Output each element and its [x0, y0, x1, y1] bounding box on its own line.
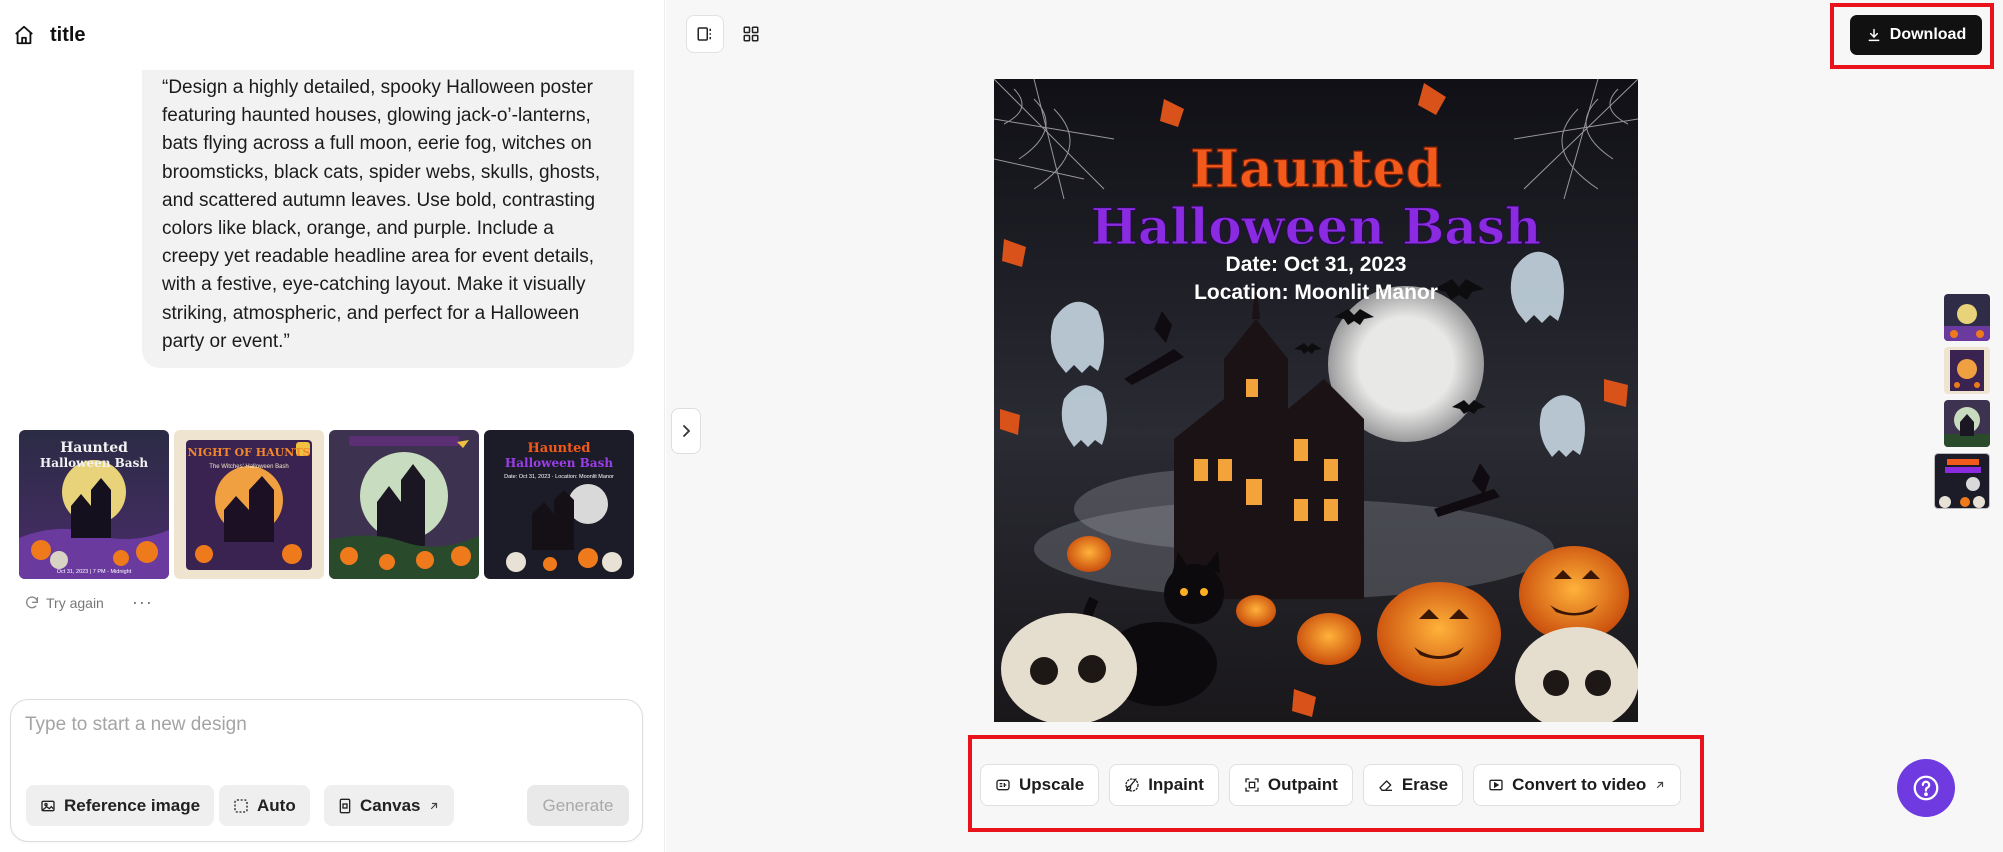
- auto-label: Auto: [257, 795, 296, 815]
- outpaint-button[interactable]: Outpaint: [1228, 764, 1353, 806]
- upscale-icon: [996, 779, 1010, 791]
- help-button[interactable]: [1897, 759, 1955, 817]
- single-view-button[interactable]: [686, 15, 724, 53]
- expand-frame-icon: [1245, 778, 1259, 792]
- side-thumbnail-4-selected[interactable]: [1934, 453, 1990, 509]
- result-thumbnail-2[interactable]: NIGHT OF HAUNTS The Witches' Halloween B…: [174, 430, 324, 579]
- result-actions: Try again ···: [24, 592, 153, 613]
- chat-panel: title “Design a highly detailed, spooky …: [0, 0, 665, 852]
- thumb-title-line2: Halloween Bash: [40, 456, 148, 470]
- home-icon[interactable]: [12, 23, 36, 47]
- refresh-icon: [26, 595, 38, 608]
- download-button[interactable]: Download: [1850, 15, 1982, 55]
- result-thumbnail-1[interactable]: Haunted Halloween Bash Oct 31, 2023 | 7 …: [19, 430, 169, 579]
- upscale-label: Upscale: [1019, 775, 1085, 794]
- brush-icon: [1125, 778, 1139, 792]
- page-title: title: [50, 23, 86, 46]
- side-thumbnail-2[interactable]: [1944, 347, 1990, 394]
- single-view-icon: [697, 27, 711, 41]
- poster-date: Date: Oct 31, 2023: [1226, 253, 1407, 276]
- thumb-footer: Oct 31, 2023 | 7 PM - Midnight: [57, 569, 132, 575]
- more-options-button[interactable]: ···: [132, 592, 153, 613]
- thumb-title-line1: Haunted: [528, 441, 591, 456]
- design-prompt-input[interactable]: [25, 714, 625, 736]
- convert-to-video-button[interactable]: Convert to video: [1473, 764, 1682, 806]
- download-label: Download: [1889, 26, 1967, 43]
- prompt-message: “Design a highly detailed, spooky Hallow…: [142, 70, 634, 368]
- try-again-label: Try again: [46, 594, 104, 611]
- erase-label: Erase: [1401, 775, 1449, 794]
- top-bar: title: [12, 18, 86, 52]
- side-thumbnail-strip: [1934, 294, 1990, 509]
- grid-view-icon: [743, 26, 759, 42]
- canvas-label: Canvas: [360, 795, 421, 815]
- side-thumbnail-3[interactable]: [1944, 400, 1990, 447]
- side-thumbnail-1[interactable]: [1944, 294, 1990, 341]
- external-arrow-icon: [1657, 781, 1664, 789]
- auto-button[interactable]: Auto: [219, 785, 310, 826]
- reference-image-button[interactable]: Reference image: [26, 785, 215, 826]
- grid-view-button[interactable]: [732, 15, 770, 53]
- poster-location: Location: Moonlit Manor: [1194, 281, 1438, 304]
- help-icon: [1913, 775, 1939, 801]
- inpaint-label: Inpaint: [1148, 775, 1204, 794]
- view-toggle: [686, 15, 770, 53]
- thumb-title-line2: The Witches' Halloween Bash: [209, 464, 289, 470]
- reference-image-label: Reference image: [64, 795, 201, 815]
- poster-title-line2b: n Bash: [1348, 197, 1541, 256]
- generate-button[interactable]: Generate: [527, 785, 629, 826]
- result-thumbnail-3[interactable]: [329, 430, 479, 579]
- try-again-button[interactable]: Try again: [24, 595, 104, 611]
- download-icon: [1868, 28, 1880, 42]
- poster-title-line1: Haunted: [1190, 139, 1442, 200]
- expand-panel-button[interactable]: [671, 408, 701, 454]
- chevron-right-icon: [683, 425, 691, 437]
- upscale-button[interactable]: Upscale: [980, 764, 1100, 806]
- dashed-frame-icon: [234, 798, 248, 813]
- generated-poster-image[interactable]: Haunted Halloween Bash Date: Oct 31, 202…: [994, 79, 1638, 722]
- thumb-title-line2: Halloween Bash: [505, 456, 613, 470]
- result-thumbnails: Haunted Halloween Bash Oct 31, 2023 | 7 …: [19, 430, 634, 579]
- image-icon: [41, 800, 55, 811]
- composer: Reference image Auto Canvas Generate: [10, 699, 643, 842]
- inpaint-button[interactable]: Inpaint: [1109, 764, 1219, 806]
- image-actions-toolbar: Upscale Inpaint Outpaint Erase Convert t…: [980, 764, 1682, 806]
- canvas-icon: [339, 798, 351, 813]
- result-thumbnail-4[interactable]: Haunted Halloween Bash Date: Oct 31, 202…: [484, 430, 634, 579]
- external-arrow-icon: [431, 802, 438, 809]
- video-icon: [1489, 779, 1503, 791]
- eraser-icon: [1379, 780, 1392, 791]
- outpaint-label: Outpaint: [1267, 775, 1338, 794]
- thumb-footer: Date: Oct 31, 2023 · Location: Moonlit M…: [504, 474, 614, 480]
- canvas-button[interactable]: Canvas: [324, 785, 455, 826]
- poster-title-line2: Halloween Bash: [1091, 197, 1542, 256]
- thumb-title-line1: Haunted: [60, 440, 128, 456]
- erase-button[interactable]: Erase: [1362, 764, 1464, 806]
- convert-to-video-label: Convert to video: [1512, 775, 1647, 794]
- poster-title-line2a: Hallowee: [1091, 197, 1349, 256]
- thumb-title-line1: NIGHT OF HAUNTS: [188, 446, 311, 459]
